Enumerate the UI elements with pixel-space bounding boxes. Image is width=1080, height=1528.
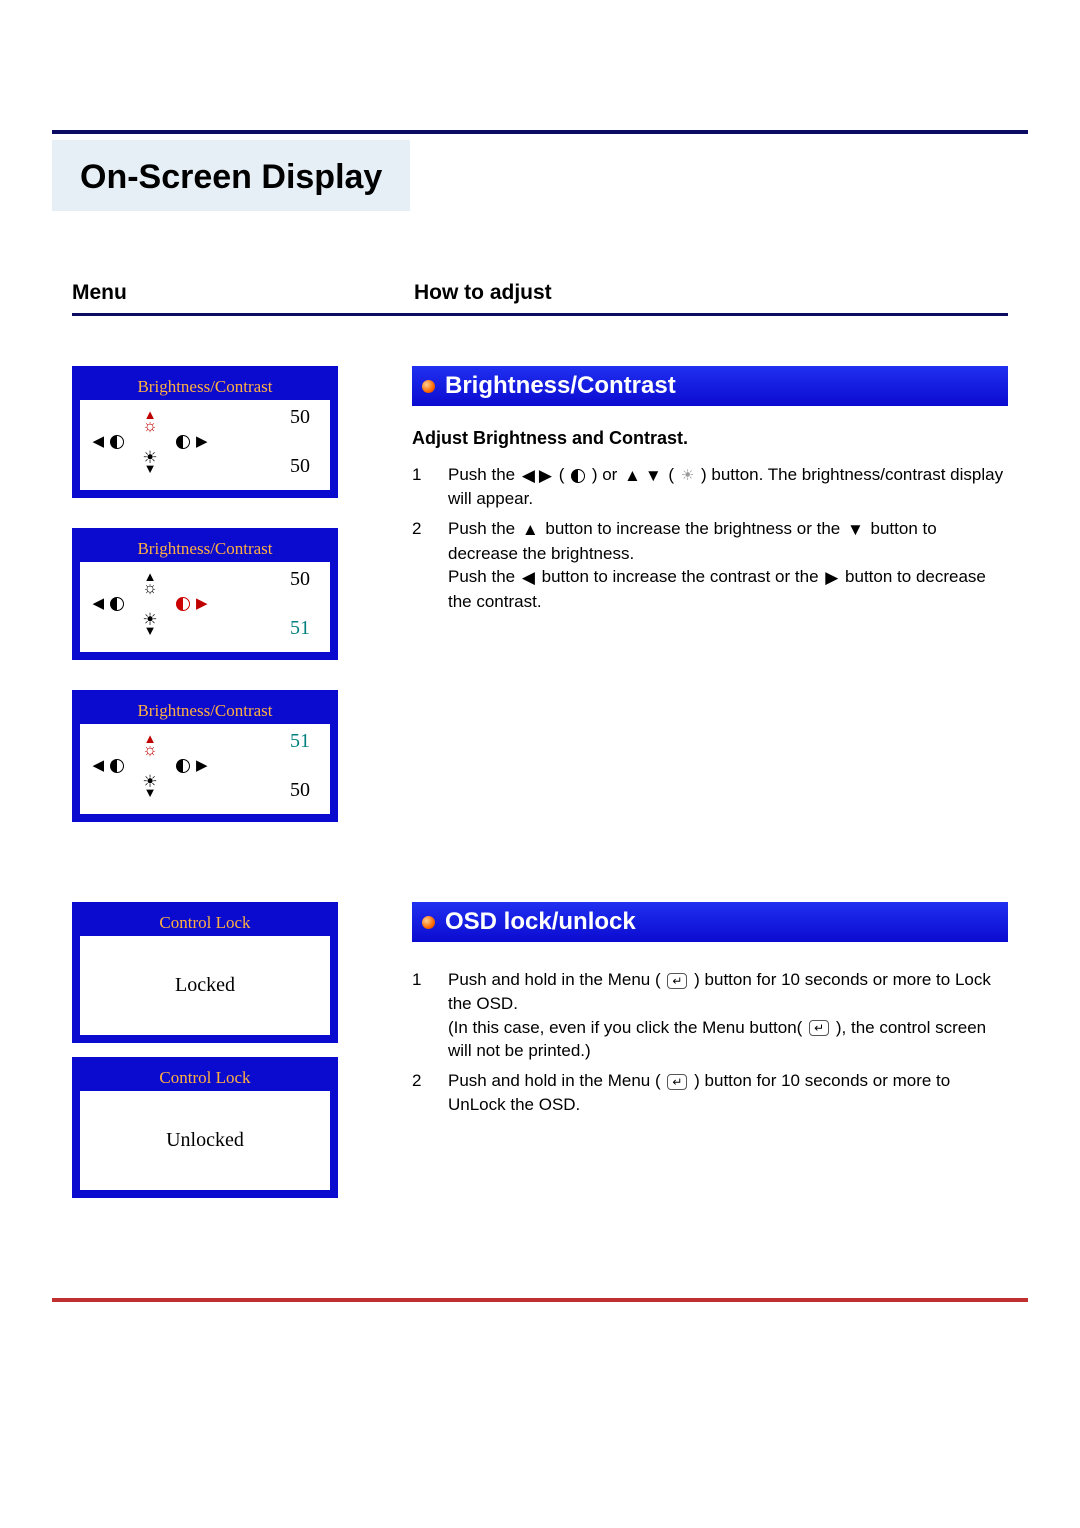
osd-value-bottom: 50 [290,455,310,478]
triangle-left-icon: ◀ [92,759,104,774]
osd-value-bottom: 51 [290,617,310,640]
contrast-icon [110,597,124,611]
sun-icon: ☼ [142,744,158,757]
lock-panel-title: Control Lock [80,1065,330,1091]
menu-icon: ↵ [667,1074,687,1090]
step-text: Push the ◀▶ ( ) or ▲▼ ( ☀ ) button. The … [448,463,1008,511]
menu-icon: ↵ [809,1020,829,1036]
osd-panel-title: Brightness/Contrast [80,698,330,724]
triangle-up-icon: ▲ [522,518,539,542]
step-num: 2 [412,517,430,613]
lock-previews: Control Lock Locked Control Lock Unlocke… [72,902,412,1198]
bullet-icon [422,916,435,929]
osd-value-bottom: 50 [290,779,310,802]
lock-panel: Control Lock Locked [72,902,338,1043]
contrast-icon [176,435,190,449]
section-heading-brightness: Brightness/Contrast [412,366,1008,406]
lock-panel: Control Lock Unlocked [72,1057,338,1198]
lock-panel-state: Locked [80,936,330,1035]
menu-icon: ↵ [667,973,687,989]
osd-value-top: 50 [290,568,310,591]
step-num: 1 [412,968,430,1063]
section-heading-osd-lock: OSD lock/unlock [412,902,1008,942]
step-num: 2 [412,1069,430,1117]
triangle-right-icon: ▶ [196,435,208,450]
triangle-right-icon: ▶ [196,759,208,774]
osd-value-top: 51 [290,730,310,753]
step-text: Push and hold in the Menu ( ↵ ) button f… [448,1069,1008,1117]
triangle-left-icon: ◀ [522,566,535,590]
osd-previews: Brightness/Contrast ▲☼ ◀▶ ☀▼ 50 50 Brigh… [72,366,412,822]
section-subheading: Adjust Brightness and Contrast. [412,428,1008,449]
sun-icon: ☼ [142,420,158,433]
lock-steps: 1 Push and hold in the Menu ( ↵ ) button… [412,968,1008,1117]
contrast-icon [571,469,585,483]
sun-icon: ☼ [142,582,158,595]
page-title: On-Screen Display [52,140,410,211]
triangle-left-icon: ◀ [92,597,104,612]
triangle-left-icon: ◀ [522,464,535,488]
column-headers: Menu How to adjust [72,281,1008,316]
section-heading-text: Brightness/Contrast [445,372,676,400]
bottom-rule [52,1298,1028,1302]
top-rule [52,130,1028,134]
contrast-icon [176,759,190,773]
triangle-right-icon: ▶ [196,597,208,612]
triangle-up-icon: ▲ [624,464,641,488]
osd-value-top: 50 [290,406,310,429]
col-how-label: How to adjust [412,281,1008,305]
triangle-right-icon: ▶ [825,566,838,590]
triangle-down-icon: ▼ [645,464,662,488]
bullet-icon [422,380,435,393]
step-num: 1 [412,463,430,511]
title-block: On-Screen Display [52,140,1028,211]
osd-panel-title: Brightness/Contrast [80,536,330,562]
contrast-icon [110,759,124,773]
step-text: Push the ▲ button to increase the bright… [448,517,1008,613]
contrast-icon [110,435,124,449]
sun-icon: ☀ [681,465,694,486]
section-heading-text: OSD lock/unlock [445,908,636,936]
osd-panel: Brightness/Contrast ▲☼ ◀▶ ☀▼ 50 50 [72,366,338,498]
contrast-icon [176,597,190,611]
triangle-down-icon: ▼ [847,518,864,542]
col-menu-label: Menu [72,281,412,305]
osd-panel-title: Brightness/Contrast [80,374,330,400]
osd-panel: Brightness/Contrast ▲☼ ◀▶ ☀▼ 50 51 [72,528,338,660]
brightness-steps: 1 Push the ◀▶ ( ) or ▲▼ ( ☀ ) button. Th… [412,463,1008,614]
step-text: Push and hold in the Menu ( ↵ ) button f… [448,968,1008,1063]
lock-panel-state: Unlocked [80,1091,330,1190]
osd-panel: Brightness/Contrast ▲☼ ◀▶ ☀▼ 51 50 [72,690,338,822]
triangle-left-icon: ◀ [92,435,104,450]
lock-panel-title: Control Lock [80,910,330,936]
triangle-right-icon: ▶ [539,464,552,488]
